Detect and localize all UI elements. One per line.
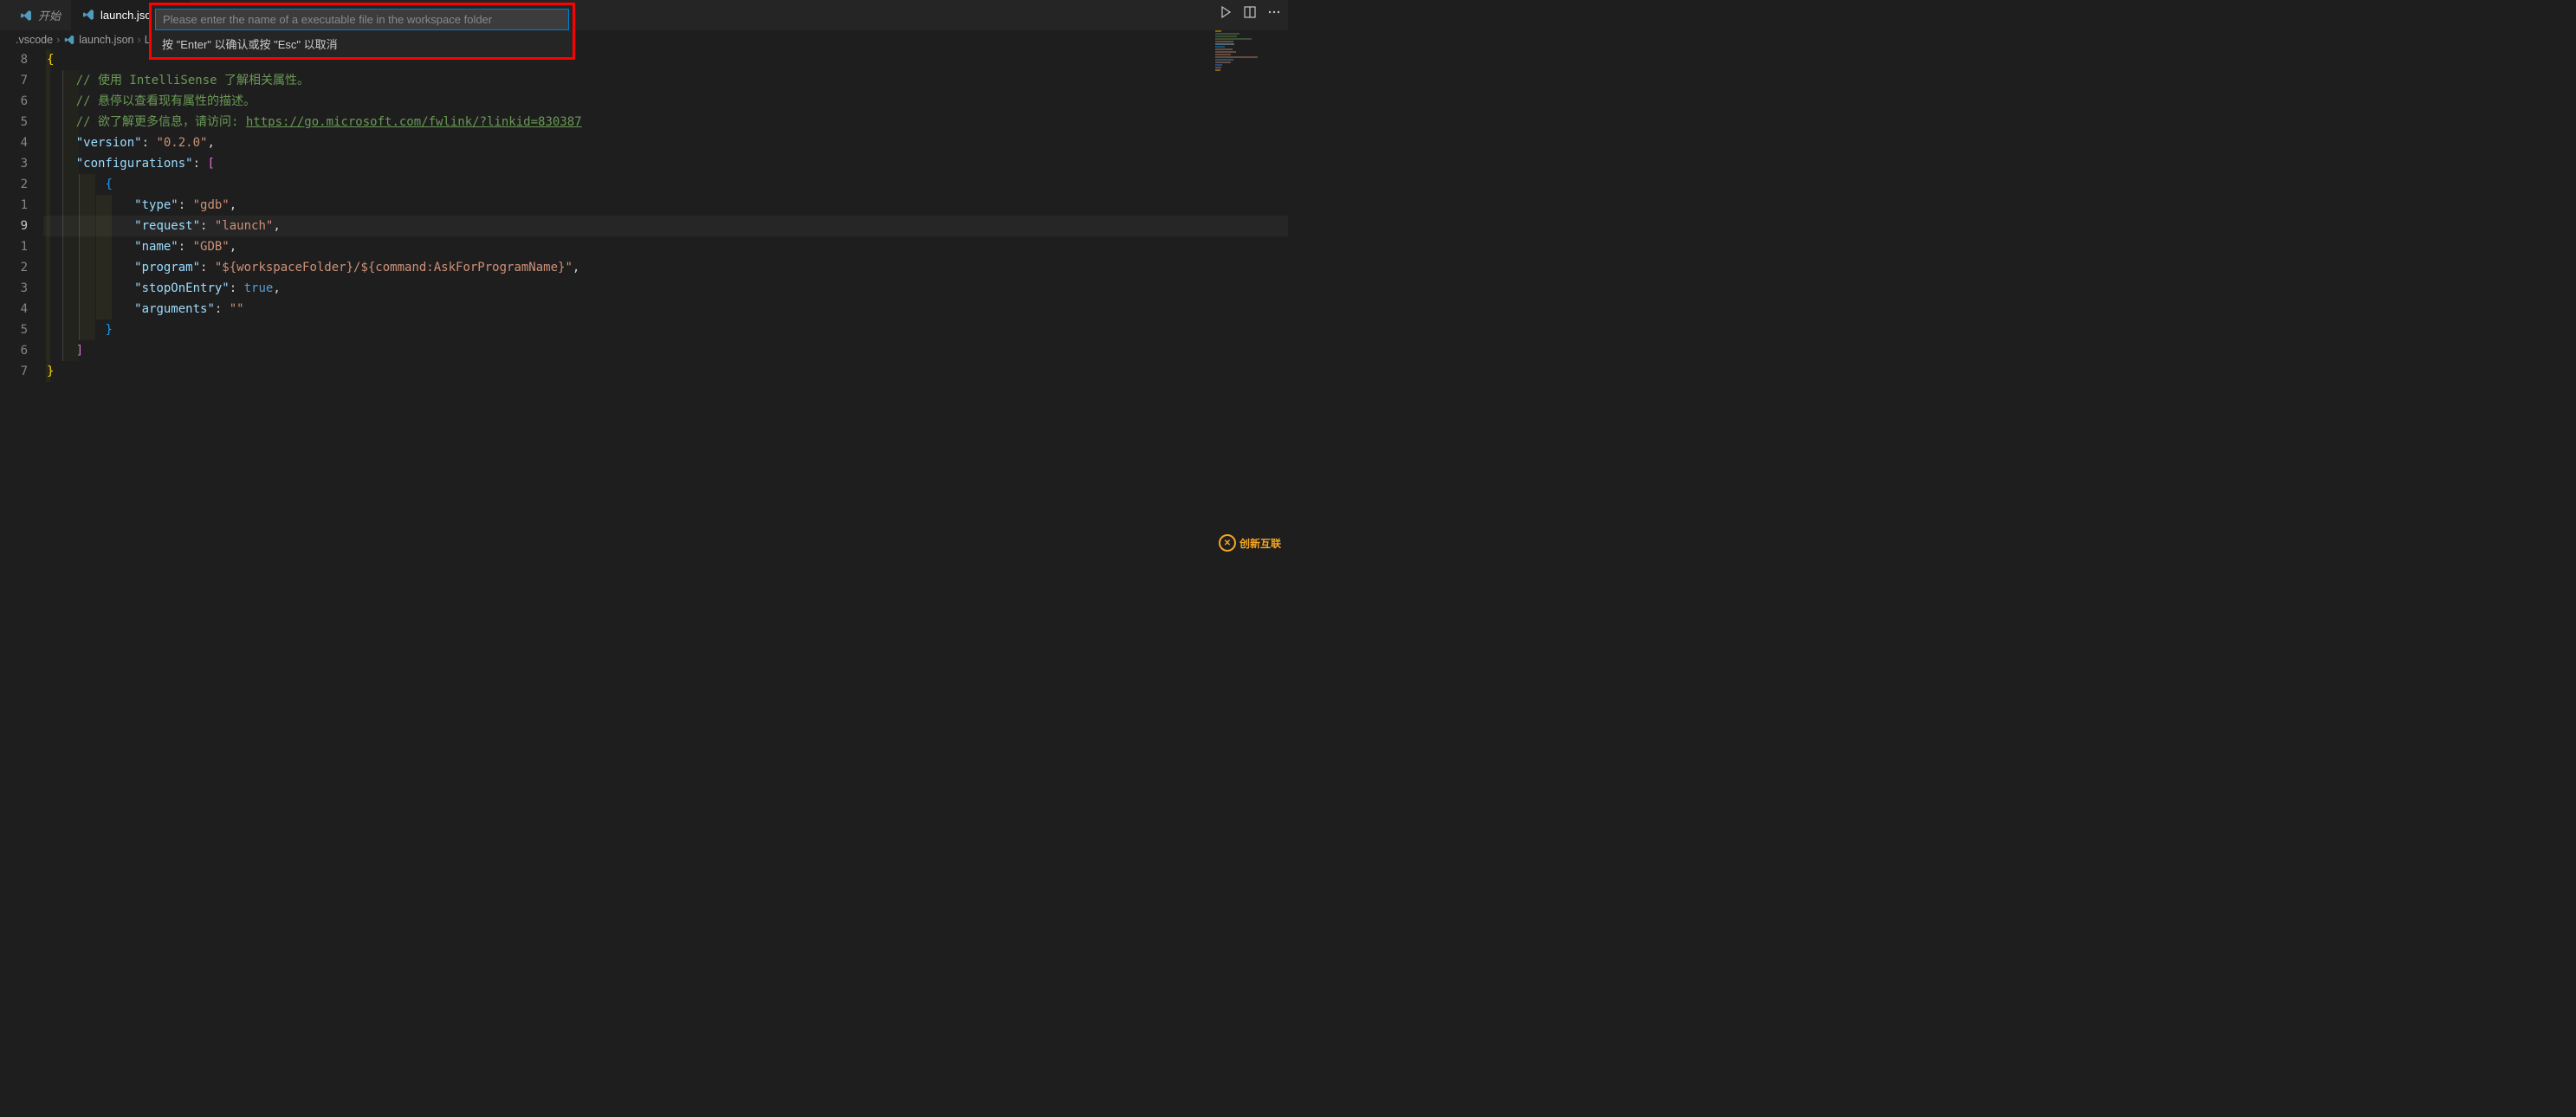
tab-label: 开始: [38, 7, 61, 23]
chevron-right-icon: ›: [138, 34, 141, 46]
code-content[interactable]: { // 使用 IntelliSense 了解相关属性。 // 悬停以查看现有属…: [43, 49, 1288, 382]
code-comment: // 悬停以查看现有属性的描述。: [76, 94, 256, 108]
code-link[interactable]: https://go.microsoft.com/fwlink/?linkid=…: [246, 115, 582, 129]
run-icon[interactable]: [1219, 5, 1233, 19]
tab-welcome[interactable]: 开始: [9, 0, 71, 30]
line-numbers-gutter: 8 7 6 5 4 3 2 1 9 1 2 3 4 5 6 7: [0, 49, 43, 382]
breadcrumb-item[interactable]: launch.json: [63, 34, 133, 46]
code-editor[interactable]: 8 7 6 5 4 3 2 1 9 1 2 3 4 5 6 7 { // 使用 …: [0, 49, 1288, 382]
split-editor-icon[interactable]: [1243, 5, 1257, 19]
editor-actions: [1219, 5, 1281, 19]
executable-name-input[interactable]: [155, 9, 569, 30]
watermark-text: 创新互联: [1239, 536, 1281, 551]
vscode-icon: [19, 9, 33, 23]
code-comment: // 使用 IntelliSense 了解相关属性。: [76, 74, 309, 87]
code-comment: // 欲了解更多信息，请访问:: [76, 115, 246, 129]
minimap[interactable]: [1215, 30, 1276, 82]
vscode-icon: [63, 34, 75, 46]
breadcrumb-item[interactable]: .vscode: [16, 34, 53, 46]
watermark-logo: ✕ 创新互联: [1219, 534, 1281, 552]
more-icon[interactable]: [1267, 5, 1281, 19]
quick-input-box: 按 "Enter" 以确认或按 "Esc" 以取消: [149, 3, 575, 60]
chevron-right-icon: ›: [56, 34, 60, 46]
watermark-icon: ✕: [1219, 534, 1236, 552]
vscode-icon: [81, 8, 95, 22]
input-hint: 按 "Enter" 以确认或按 "Esc" 以取消: [155, 30, 569, 54]
